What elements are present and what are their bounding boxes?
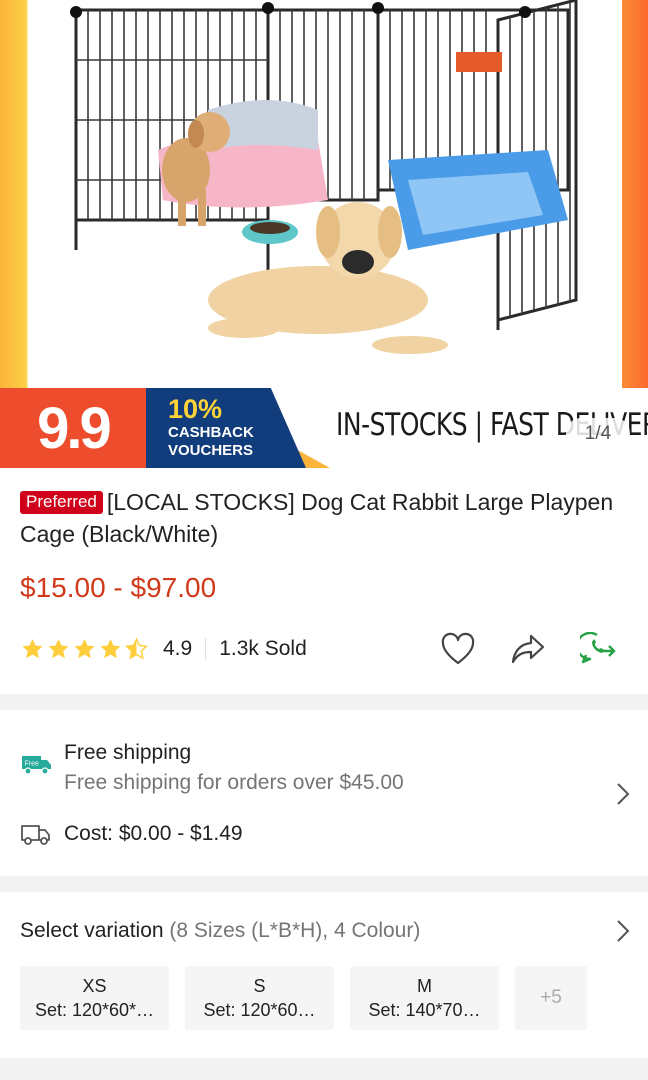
cashback-percent: 10% [168, 394, 223, 424]
variation-detail: (8 Sizes (L*B*H), 4 Colour) [169, 919, 421, 942]
variation-option-s[interactable]: S Set: 120*60… [185, 966, 334, 1030]
share-icon[interactable] [510, 632, 546, 666]
star-icon [22, 639, 43, 659]
shipping-cost-row: Cost: $0.00 - $1.49 [20, 822, 628, 846]
product-title-block: Preferred [LOCAL STOCKS] Dog Cat Rabbit L… [20, 486, 628, 550]
product-info-section: Preferred [LOCAL STOCKS] Dog Cat Rabbit L… [0, 468, 648, 694]
section-gap [0, 1058, 648, 1074]
shipping-cost: Cost: $0.00 - $1.49 [64, 822, 243, 845]
variation-option-xs[interactable]: XS Set: 120*60*… [20, 966, 169, 1030]
star-icon [74, 639, 95, 659]
preferred-badge: Preferred [20, 491, 103, 514]
free-shipping-truck-icon: Free [22, 756, 51, 775]
truck-outline-icon [21, 825, 50, 845]
product-image-carousel[interactable]: 9.9 10% CASHBACK VOUCHERS IN-STOCKS | FA… [0, 0, 648, 468]
action-icons [440, 632, 616, 666]
free-shipping-row: Free Free shipping Free shipping for ord… [20, 738, 628, 798]
section-gap [0, 876, 648, 892]
cashback-line1: CASHBACK [168, 424, 254, 441]
option-set: Set: 140*70… [368, 1000, 481, 1020]
option-size: M [417, 976, 432, 996]
promo-banner: 9.9 10% CASHBACK VOUCHERS IN-STOCKS | FA… [0, 388, 648, 468]
star-icon [48, 639, 69, 659]
cashback-block: 10% CASHBACK VOUCHERS [146, 388, 306, 468]
shipping-section[interactable]: Free Free shipping Free shipping for ord… [0, 710, 648, 876]
image-counter: 1/4 [566, 418, 630, 450]
section-gap [0, 694, 648, 710]
rating-row: 4.9 1.3k Sold [20, 632, 628, 666]
variation-section[interactable]: Select variation (8 Sizes (L*B*H), 4 Col… [0, 892, 648, 1058]
variation-more-button[interactable]: +5 [515, 966, 587, 1030]
option-set: Set: 120*60… [203, 1000, 316, 1020]
free-shipping-title: Free shipping [64, 741, 192, 764]
product-title: [LOCAL STOCKS] Dog Cat Rabbit Large Play… [20, 489, 614, 547]
free-shipping-subtitle: Free shipping for orders over $45.00 [64, 771, 404, 794]
product-photo [28, 0, 622, 388]
cashback-line2: VOUCHERS [168, 442, 254, 459]
variation-option-m[interactable]: M Set: 140*70… [350, 966, 499, 1030]
price-range: $15.00 - $97.00 [20, 572, 217, 603]
variation-options: XS Set: 120*60*… S Set: 120*60… M Set: 1… [20, 966, 628, 1030]
rating-stars[interactable] [20, 637, 149, 661]
truck-badge-text: Free [25, 761, 40, 768]
chevron-right-icon[interactable] [616, 782, 630, 806]
chevron-right-icon[interactable] [616, 919, 630, 943]
variation-header: Select variation (8 Sizes (L*B*H), 4 Col… [20, 918, 628, 944]
sold-count: 1.3k Sold [219, 637, 307, 660]
option-size: S [253, 976, 266, 996]
star-icon [100, 639, 121, 659]
whatsapp-icon[interactable] [580, 632, 616, 666]
half-star-icon [124, 637, 149, 660]
promo-99-label: 9.9 [0, 388, 146, 468]
option-size: XS [82, 976, 107, 996]
rating-value: 4.9 [163, 637, 193, 660]
variation-label: Select variation [20, 919, 164, 942]
option-set: Set: 120*60*… [34, 1000, 155, 1020]
heart-icon[interactable] [440, 632, 476, 666]
divider [205, 638, 207, 660]
